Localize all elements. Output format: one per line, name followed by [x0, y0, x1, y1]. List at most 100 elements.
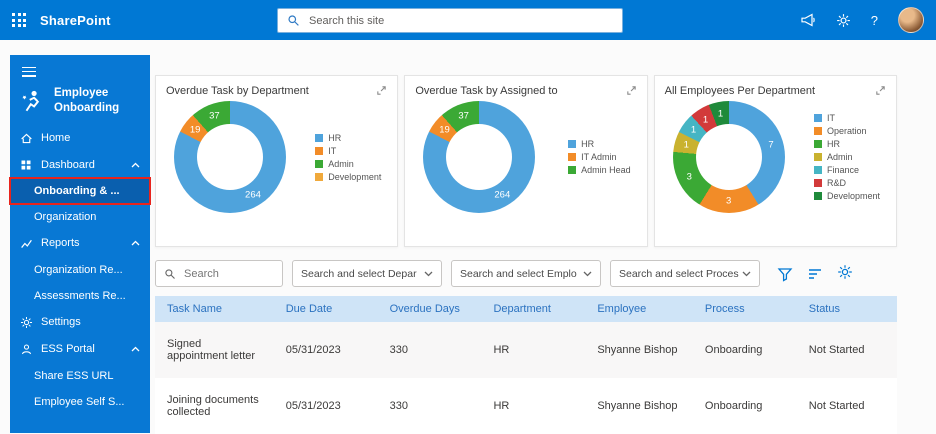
- expand-icon[interactable]: [376, 85, 387, 96]
- app-launcher-icon[interactable]: [12, 13, 26, 27]
- slice-value-label: 37: [458, 110, 469, 121]
- legend-label: HR: [581, 139, 594, 149]
- legend-label: Admin: [827, 152, 853, 162]
- sidebar-item-label: Organization Re...: [34, 264, 123, 276]
- topbar-actions: ?: [800, 7, 924, 33]
- filter-icon[interactable]: [777, 266, 793, 282]
- table-cell: Shyanne Bishop: [585, 337, 693, 363]
- legend-swatch: [568, 153, 576, 161]
- column-header-due-date[interactable]: Due Date: [274, 296, 378, 322]
- expand-icon[interactable]: [875, 85, 886, 96]
- sidebar-item-reports[interactable]: Reports: [10, 230, 150, 257]
- column-header-task-name[interactable]: Task Name: [155, 296, 274, 322]
- process-filter-dropdown[interactable]: Search and select Proces: [610, 260, 760, 287]
- legend-swatch: [814, 140, 822, 148]
- site-search[interactable]: [277, 8, 623, 33]
- legend-swatch: [814, 166, 822, 174]
- legend-swatch: [315, 147, 323, 155]
- table-search-input[interactable]: [182, 267, 274, 281]
- table-row[interactable]: Signed appointment letter05/31/2023330HR…: [155, 322, 897, 378]
- table-search[interactable]: [155, 260, 283, 287]
- legend-swatch: [315, 173, 323, 181]
- help-icon[interactable]: ?: [871, 13, 878, 28]
- chart-title: All Employees Per Department: [665, 85, 815, 97]
- ess-icon: [20, 343, 33, 356]
- legend-swatch: [568, 140, 576, 148]
- main-content: Overdue Task by Department2641937HRITAdm…: [155, 55, 897, 433]
- legend-swatch: [814, 179, 822, 187]
- legend-swatch: [814, 127, 822, 135]
- sidebar-item-home[interactable]: Home: [10, 125, 150, 152]
- sidebar-item-dashboard[interactable]: Dashboard: [10, 152, 150, 178]
- sidebar-item-label: Assessments Re...: [34, 290, 126, 302]
- filter-row: Search and select Depar Search and selec…: [155, 260, 897, 287]
- legend-label: IT Admin: [581, 152, 616, 162]
- sidebar-item-settings[interactable]: Settings: [10, 309, 150, 336]
- hamburger-icon[interactable]: [10, 55, 150, 83]
- app-title: EmployeeOnboarding: [54, 86, 119, 115]
- brand[interactable]: SharePoint: [40, 13, 111, 28]
- sidebar-item-employee-self-s[interactable]: Employee Self S...: [10, 389, 150, 415]
- gear-icon[interactable]: [836, 13, 851, 28]
- employee-filter-dropdown[interactable]: Search and select Emplo: [451, 260, 601, 287]
- table-body: Signed appointment letter05/31/2023330HR…: [155, 322, 897, 434]
- legend-label: Finance: [827, 165, 859, 175]
- table-cell: Shyanne Bishop: [585, 393, 693, 419]
- legend-swatch: [315, 134, 323, 142]
- table-cell: 05/31/2023: [274, 393, 378, 419]
- sidebar-item-assessments-re[interactable]: Assessments Re...: [10, 283, 150, 309]
- chevron-down-icon: [583, 271, 592, 277]
- gear-icon[interactable]: [837, 264, 853, 284]
- sidebar-item-organization[interactable]: Organization: [10, 204, 150, 230]
- legend-label: HR: [827, 139, 840, 149]
- legend-item: HR: [315, 133, 381, 143]
- column-header-process[interactable]: Process: [693, 296, 797, 322]
- table-cell: HR: [481, 337, 585, 363]
- avatar[interactable]: [898, 7, 924, 33]
- column-header-overdue-days[interactable]: Overdue Days: [378, 296, 482, 322]
- slice-value-label: 1: [718, 108, 723, 119]
- table-toolbar-icons: [777, 264, 853, 284]
- sort-lines-icon[interactable]: [807, 267, 823, 281]
- column-header-department[interactable]: Department: [481, 296, 585, 322]
- app-logo: EmployeeOnboarding: [10, 83, 150, 125]
- column-header-status[interactable]: Status: [797, 296, 897, 322]
- sidebar-item-label: Organization: [34, 211, 96, 223]
- slice-value-label: 264: [245, 189, 261, 200]
- legend-label: R&D: [827, 178, 846, 188]
- slice-value-label: 264: [494, 189, 510, 200]
- sidebar-item-onboarding[interactable]: Onboarding & ...: [10, 178, 150, 204]
- chart-title: Overdue Task by Assigned to: [415, 85, 557, 97]
- sidebar-item-label: ESS Portal: [41, 343, 95, 355]
- settings-icon: [20, 316, 33, 329]
- column-header-employee[interactable]: Employee: [585, 296, 693, 322]
- megaphone-icon[interactable]: [800, 12, 816, 28]
- table-cell: 330: [378, 393, 482, 419]
- legend-label: IT: [827, 113, 835, 123]
- sidebar-item-share-ess-url[interactable]: Share ESS URL: [10, 363, 150, 389]
- expand-icon[interactable]: [626, 85, 637, 96]
- sidebar-item-ess-portal[interactable]: ESS Portal: [10, 336, 150, 363]
- onboarding-logo-icon: [20, 88, 46, 114]
- legend-item: Development: [315, 172, 381, 182]
- sidebar-item-organization-re[interactable]: Organization Re...: [10, 257, 150, 283]
- legend-label: Operation: [827, 126, 867, 136]
- legend-item: IT: [315, 146, 381, 156]
- legend-label: HR: [328, 133, 341, 143]
- dropdown-label: Search and select Depar: [301, 268, 417, 280]
- slice-value-label: 1: [684, 139, 689, 150]
- table-cell: Not Started: [797, 337, 897, 363]
- department-filter-dropdown[interactable]: Search and select Depar: [292, 260, 442, 287]
- tasks-table: Task NameDue DateOverdue DaysDepartmentE…: [155, 296, 897, 434]
- legend-label: IT: [328, 146, 336, 156]
- legend-item: R&D: [814, 178, 880, 188]
- slice-value-label: 3: [726, 196, 731, 207]
- dashboard-icon: [20, 159, 33, 171]
- dropdown-label: Search and select Proces: [619, 268, 739, 280]
- legend-label: Admin Head: [581, 165, 631, 175]
- sidebar-item-label: Dashboard: [41, 159, 95, 171]
- dropdown-label: Search and select Emplo: [460, 268, 577, 280]
- legend-label: Development: [827, 191, 880, 201]
- site-search-input[interactable]: [307, 14, 613, 28]
- table-row[interactable]: Joining documents collected05/31/2023330…: [155, 378, 897, 434]
